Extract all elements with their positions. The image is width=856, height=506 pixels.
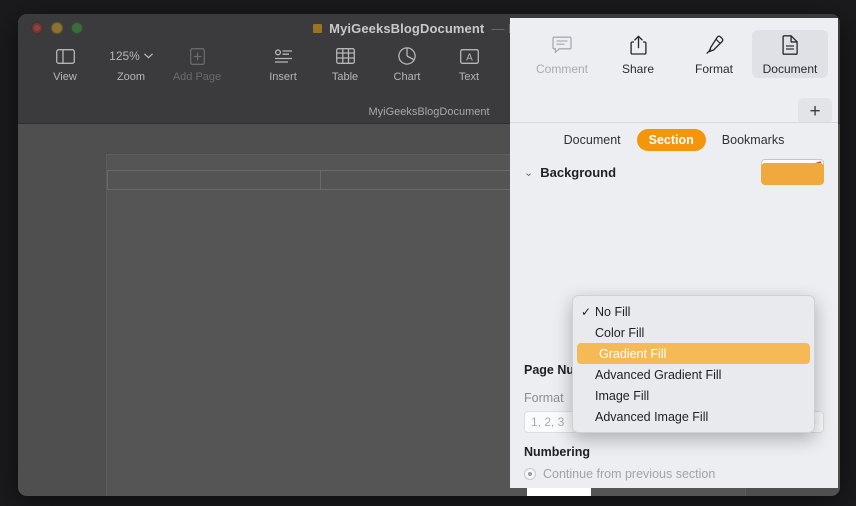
window-title: MyiGeeksBlogDocument [329,20,485,36]
chevron-down-icon[interactable]: ⌄ [524,166,533,179]
menu-item-color-fill[interactable]: Color Fill [573,322,814,343]
toolbar-button-view[interactable]: View [34,46,96,83]
toolbar-button-zoom[interactable]: 125% Zoom [96,46,166,83]
header-field-left[interactable] [107,170,321,190]
checkmark-icon: ✓ [581,304,592,319]
toolbar-label-chart: Chart [393,71,421,83]
toolbar-label-insert: Insert [269,71,297,83]
tab-bookmarks[interactable]: Bookmarks [710,129,797,151]
background-fill-control-obscured[interactable] [761,163,824,185]
add-page-icon [189,46,205,66]
minimize-button[interactable] [51,22,63,34]
table-icon [335,46,355,66]
share-icon [629,34,647,56]
menu-item-label: Advanced Image Fill [595,409,709,424]
menu-item-gradient-fill[interactable]: Gradient Fill [577,343,810,364]
format-icon [704,34,724,56]
menu-item-label: Gradient Fill [599,346,667,361]
chart-icon [398,46,416,66]
toolbar-label-view: View [53,71,77,83]
radio-label: Continue from previous section [543,467,716,481]
inspector-tabs: Document Section Bookmarks [510,123,838,151]
toolbar-button-table[interactable]: Table [314,46,376,83]
toolbar-button-insert[interactable]: Insert [252,46,314,83]
toolbar-button-share[interactable]: Share [600,30,676,78]
sidebar-icon [55,46,75,66]
chevron-down-icon [143,53,153,59]
add-tab-button[interactable]: + [798,98,832,124]
toolbar-button-add-page: Add Page [166,46,228,83]
tab-section[interactable]: Section [636,129,706,151]
toolbar-label-share: Share [621,62,655,76]
toolbar-label-zoom: Zoom [116,71,146,83]
menu-item-advanced-image-fill[interactable]: Advanced Image Fill [573,406,814,427]
fill-type-menu: ✓ No Fill Color Fill Gradient Fill Advan… [572,295,815,433]
menu-item-label: Image Fill [595,388,650,403]
toolbar-button-chart[interactable]: Chart [376,46,438,83]
format-select-value: 1, 2, 3 [531,415,565,429]
insert-icon [274,46,293,66]
numbering-label: Numbering [524,445,590,459]
background-title: Background [540,165,617,180]
header-field-center[interactable] [319,170,534,190]
menu-item-label: No Fill [595,304,631,319]
menu-item-label: Color Fill [595,325,645,340]
radio-button-icon [524,468,536,480]
inspector-body: Document Section Bookmarks ⌄ Background … [510,122,838,488]
toolbar-label-document: Document [762,62,818,76]
toolbar-label-text: Text [458,71,480,83]
toolbar-label-comment: Comment [535,62,588,76]
toolbar-button-text[interactable]: A Text [438,46,500,83]
menu-item-no-fill[interactable]: ✓ No Fill [573,301,814,322]
tab-document[interactable]: Document [552,129,633,151]
radio-continue-from-previous[interactable]: Continue from previous section [524,467,824,481]
zoom-value-group: 125% [109,46,153,66]
close-button[interactable] [31,22,43,34]
menu-item-label: Advanced Gradient Fill [595,367,722,382]
toolbar-button-document[interactable]: Document [752,30,828,78]
toolbar-label-table: Table [331,71,359,83]
svg-text:A: A [466,52,473,63]
zoom-button[interactable] [71,22,83,34]
toolbar-button-comment: Comment [524,30,600,78]
document-modified-dot [313,23,323,33]
text-icon: A [459,46,479,66]
document-tab[interactable]: MyiGeeksBlogDocument [368,106,489,118]
toolbar-label-format: Format [694,62,733,76]
toolbar-button-format[interactable]: Format [676,30,752,78]
zoom-level: 125% [109,49,140,63]
menu-item-image-fill[interactable]: Image Fill [573,385,814,406]
inspector-toolbar: Comment Share Format Document [510,18,838,86]
document-icon [781,34,799,56]
comment-icon [552,34,572,56]
screen: MyiGeeksBlogDocument — Edited View 125% [0,0,856,506]
inspector-panel: Comment Share Format Document + Document… [510,18,838,488]
window-controls [31,22,83,34]
menu-item-advanced-gradient-fill[interactable]: Advanced Gradient Fill [573,364,814,385]
toolbar-label-add-page: Add Page [172,71,222,83]
